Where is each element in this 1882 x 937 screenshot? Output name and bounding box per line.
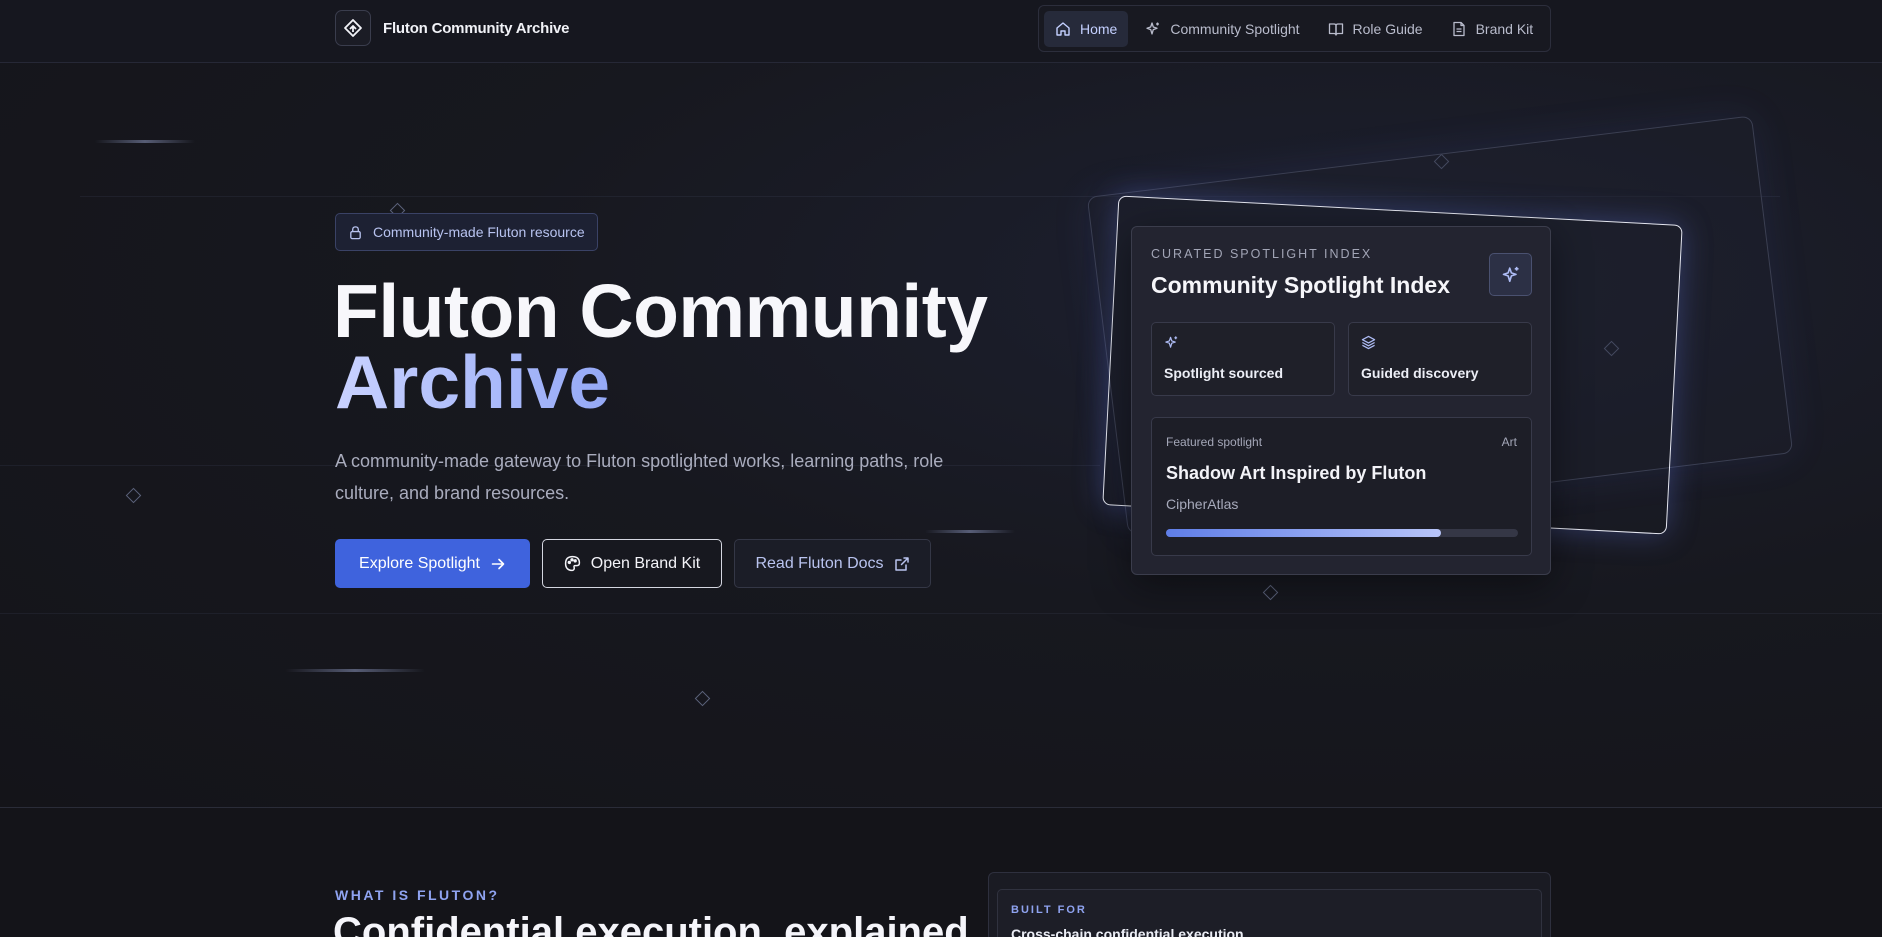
- decorative-streak: [95, 140, 195, 143]
- file-text-icon: [1452, 21, 1465, 36]
- feature-label: Guided discovery: [1361, 365, 1479, 381]
- built-for-panel: BUILT FOR Cross-chain confidential execu…: [988, 872, 1551, 937]
- brand-logo-icon: [335, 10, 371, 46]
- layers-icon: [1361, 335, 1376, 350]
- feature-tile-guided-discovery: Guided discovery: [1348, 322, 1532, 396]
- brand-name: Fluton Community Archive: [383, 19, 570, 37]
- decorative-streak: [925, 530, 1015, 533]
- spotlight-index-card: CURATED SPOTLIGHT INDEX Community Spotli…: [1131, 226, 1551, 575]
- sparkles-icon: [1165, 336, 1178, 348]
- nav-item-brand-kit[interactable]: Brand Kit: [1440, 11, 1545, 47]
- decorative-line: [0, 613, 1882, 614]
- feature-tile-spotlight-sourced: Spotlight sourced: [1151, 322, 1335, 396]
- book-open-icon: [1328, 22, 1343, 36]
- featured-kicker: Featured spotlight: [1166, 435, 1263, 449]
- card-title: Community Spotlight Index: [1151, 272, 1450, 298]
- button-label: Open Brand Kit: [590, 554, 701, 572]
- section-kicker: WHAT IS FLUTON?: [335, 887, 500, 903]
- main-nav: Home Community Spotlight Role Guide Bran…: [1038, 5, 1551, 52]
- button-label: Explore Spotlight: [359, 554, 480, 572]
- explore-spotlight-button[interactable]: Explore Spotlight: [335, 539, 530, 588]
- lock-icon: [350, 225, 361, 239]
- community-badge: Community-made Fluton resource: [335, 213, 598, 251]
- featured-progress-bar: [1166, 529, 1518, 537]
- card-kicker: CURATED SPOTLIGHT INDEX: [1151, 247, 1373, 261]
- sparkles-icon: [1146, 21, 1160, 35]
- arrow-right-icon: [491, 558, 505, 569]
- nav-label: Home: [1080, 20, 1118, 37]
- section-title: Confidential execution, explained: [333, 910, 969, 937]
- hero-description: A community-made gateway to Fluton spotl…: [335, 451, 944, 503]
- featured-tag: Art: [1501, 435, 1517, 449]
- featured-title: Shadow Art Inspired by Fluton: [1166, 463, 1427, 483]
- nav-item-community-spotlight[interactable]: Community Spotlight: [1134, 11, 1310, 47]
- nav-item-role-guide[interactable]: Role Guide: [1317, 11, 1434, 47]
- badge-label: Community-made Fluton resource: [373, 224, 585, 240]
- nav-label: Community Spotlight: [1170, 20, 1300, 37]
- featured-progress-fill: [1166, 529, 1441, 537]
- button-label: Read Fluton Docs: [755, 554, 884, 572]
- nav-label: Brand Kit: [1475, 20, 1534, 37]
- featured-author: CipherAtlas: [1166, 496, 1239, 512]
- built-for-text: Cross-chain confidential execution: [1011, 926, 1244, 937]
- feature-label: Spotlight sourced: [1164, 365, 1283, 381]
- built-for-kicker: BUILT FOR: [1011, 904, 1087, 916]
- nav-label: Role Guide: [1352, 20, 1423, 37]
- featured-spotlight[interactable]: Featured spotlight Art Shadow Art Inspir…: [1151, 417, 1532, 556]
- brand-link[interactable]: Fluton Community Archive: [335, 10, 570, 46]
- palette-icon: [564, 555, 580, 572]
- external-link-icon: [894, 556, 909, 571]
- open-brand-kit-button[interactable]: Open Brand Kit: [542, 539, 722, 588]
- sparkles-icon: [1489, 253, 1532, 296]
- home-icon: [1056, 21, 1070, 36]
- read-docs-button[interactable]: Read Fluton Docs: [734, 539, 931, 588]
- nav-item-home[interactable]: Home: [1044, 10, 1129, 47]
- top-bar: Fluton Community Archive Home Community …: [0, 0, 1882, 63]
- built-for-card: BUILT FOR Cross-chain confidential execu…: [997, 889, 1542, 937]
- hero-title-accent: Archive: [335, 340, 611, 424]
- decorative-streak: [285, 669, 425, 672]
